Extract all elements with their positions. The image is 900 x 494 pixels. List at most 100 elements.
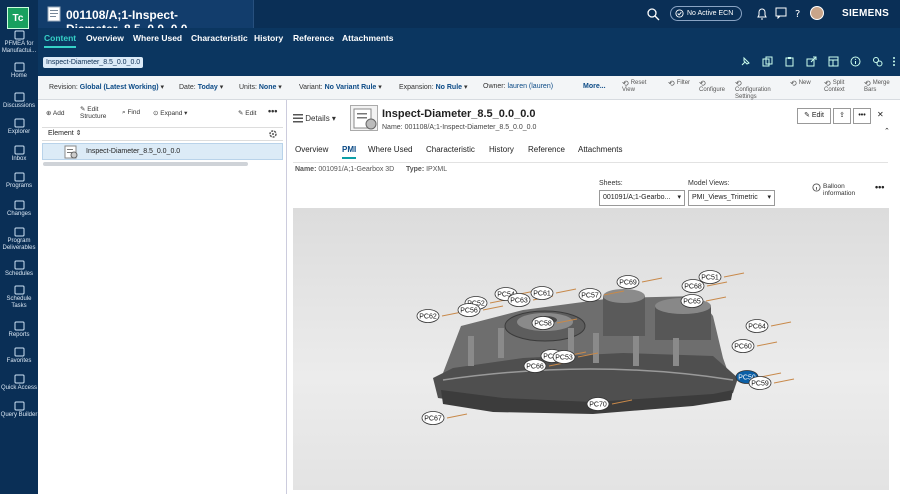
- edit-structure-button[interactable]: ✎ Edit Structure: [80, 106, 110, 120]
- sheets-select[interactable]: 001091/A;1-Gearbo... ▾: [599, 190, 685, 206]
- rail-item-calendar[interactable]: Schedules: [0, 260, 38, 278]
- balloon-label: PC51: [701, 275, 719, 282]
- rail-item-folder[interactable]: Explorer: [0, 118, 38, 136]
- subtab-where-used[interactable]: Where Used: [368, 145, 412, 154]
- balloon-pc62[interactable]: PC62: [416, 309, 440, 323]
- expand-button[interactable]: ⊙ Expand ▾: [153, 109, 187, 117]
- subtab-history[interactable]: History: [489, 145, 514, 154]
- close-icon[interactable]: ✕: [877, 110, 884, 119]
- pin-icon[interactable]: [740, 56, 751, 67]
- edit-details-button[interactable]: ✎ Edit: [797, 108, 831, 124]
- tab-content[interactable]: Content: [44, 33, 77, 48]
- 3d-viewer[interactable]: PC51 PC54 PC52 PC56 PC63 PC61 PC57 PC69 PC68 PC65…: [293, 208, 889, 490]
- tool-new[interactable]: ⟲ New: [790, 80, 820, 88]
- rail-item-triangle[interactable]: Changes: [0, 200, 38, 218]
- viewer-more-icon[interactable]: •••: [875, 182, 884, 192]
- tab-where-used[interactable]: Where Used: [133, 33, 182, 43]
- copy-icon[interactable]: [762, 56, 773, 67]
- gearbox-model[interactable]: PC51PC54PC52PC56PC63PC61 PC57PC69PC68PC65…: [293, 208, 889, 490]
- balloon-pc63[interactable]: PC63: [507, 293, 531, 307]
- revision-rule[interactable]: Revision: Global (Latest Working) ▾: [49, 83, 164, 91]
- balloon-pc67[interactable]: PC67: [421, 411, 445, 425]
- model-views-select[interactable]: PMI_Views_Trimetric ▾: [688, 190, 775, 206]
- balloon-pc69[interactable]: PC69: [616, 275, 640, 289]
- balloon-pc56[interactable]: PC56: [457, 303, 481, 317]
- rail-item-inbox[interactable]: Inbox: [0, 145, 38, 163]
- more-options-icon[interactable]: •••: [853, 108, 871, 124]
- tab-history[interactable]: History: [254, 33, 283, 43]
- teamcenter-logo[interactable]: Tc: [7, 7, 29, 29]
- more-icon[interactable]: [890, 56, 898, 67]
- units-rule[interactable]: Units: None ▾: [239, 83, 282, 91]
- subtab-reference[interactable]: Reference: [528, 145, 565, 154]
- tool-filter[interactable]: ⟲ Filter: [668, 80, 698, 88]
- tab-attachments[interactable]: Attachments: [342, 33, 393, 43]
- tool-reset-view[interactable]: ⟲ Reset View: [622, 80, 652, 94]
- rail-item-label: Changes: [6, 211, 32, 217]
- user-avatar[interactable]: [810, 6, 824, 20]
- horizontal-scrollbar[interactable]: [43, 162, 248, 166]
- balloon-pc64[interactable]: PC64: [745, 319, 769, 333]
- rail-item-home[interactable]: Home: [0, 62, 38, 80]
- breadcrumb[interactable]: Inspect-Diameter_8.5_0.0_0.0: [43, 57, 144, 68]
- balloon-pc60[interactable]: PC60: [731, 339, 755, 353]
- balloon-pc61[interactable]: PC61: [530, 286, 554, 300]
- bell-icon[interactable]: [756, 7, 768, 20]
- subtab-overview[interactable]: Overview: [295, 145, 328, 154]
- tab-reference[interactable]: Reference: [293, 33, 334, 43]
- subtab-characteristic[interactable]: Characteristic: [426, 145, 475, 154]
- tool-configuration-settings[interactable]: ⟲ Configuration Settings: [735, 80, 779, 101]
- share-icon[interactable]: [806, 56, 817, 67]
- balloon-pc65[interactable]: PC65: [680, 294, 704, 308]
- list-icon: [293, 114, 303, 123]
- balloon-information-button[interactable]: Balloon information: [812, 183, 863, 197]
- tree-row-selected[interactable]: Inspect-Diameter_8.5_0.0_0.0: [42, 143, 283, 160]
- balloon-pc53[interactable]: PC53: [552, 350, 576, 364]
- layout-icon[interactable]: [828, 56, 839, 67]
- balloon-pc68[interactable]: PC68: [681, 279, 705, 293]
- settings-gear-icon[interactable]: [268, 129, 278, 139]
- clipboard-icon[interactable]: [784, 56, 795, 67]
- feedback-icon[interactable]: [775, 7, 787, 19]
- owner-field[interactable]: Owner: lauren (lauren): [483, 83, 553, 90]
- tab-characteristic[interactable]: Characteristic: [191, 33, 248, 43]
- rail-item-tasks[interactable]: Schedule Tasks: [0, 285, 38, 310]
- balloon-pc51[interactable]: PC51: [698, 270, 722, 284]
- rail-item-quick[interactable]: Quick Access: [0, 374, 38, 392]
- search-icon[interactable]: [646, 7, 660, 21]
- more-options-icon[interactable]: •••: [268, 106, 277, 116]
- variant-rule[interactable]: Variant: No Variant Rule ▾: [299, 83, 382, 91]
- rail-item-deliverables[interactable]: Program Deliverables: [0, 227, 38, 252]
- balloon-pc58[interactable]: PC58: [531, 316, 555, 330]
- more-button[interactable]: More...: [583, 83, 606, 90]
- collapse-icon[interactable]: ⌃: [884, 127, 890, 135]
- balloon-pc57[interactable]: PC57: [578, 288, 602, 302]
- ecn-status-button[interactable]: No Active ECN: [670, 6, 742, 21]
- edit-button[interactable]: ✎ Edit: [238, 109, 256, 117]
- link-icon[interactable]: [872, 56, 883, 67]
- share-icon[interactable]: ⇪: [833, 108, 851, 124]
- balloon-pc59[interactable]: PC59: [748, 376, 772, 390]
- element-column-header[interactable]: Element ⇕: [42, 127, 283, 141]
- rail-item-reports[interactable]: Reports: [0, 321, 38, 339]
- tool-merge-bars[interactable]: ⟲ Merge Bars: [864, 80, 894, 94]
- date-rule[interactable]: Date: Today ▾: [179, 83, 223, 91]
- add-button[interactable]: ⊕ Add: [46, 109, 64, 117]
- rail-item-chat[interactable]: Discussions: [0, 92, 38, 110]
- balloon-pc66[interactable]: PC66: [523, 359, 547, 373]
- help-icon[interactable]: ?: [792, 7, 804, 19]
- subtab-pmi[interactable]: PMI: [342, 145, 357, 159]
- tool-configure[interactable]: ⟲ Configure: [699, 80, 729, 94]
- rail-item-programs[interactable]: Programs: [0, 172, 38, 190]
- rail-item-query[interactable]: Query Builder: [0, 401, 38, 419]
- find-button[interactable]: ⌕ Find: [122, 109, 140, 117]
- details-toggle[interactable]: Details ▾: [293, 114, 336, 123]
- info-icon[interactable]: [850, 56, 861, 67]
- tab-overview[interactable]: Overview: [86, 33, 124, 43]
- tool-split-context[interactable]: ⟲ Split Context: [824, 80, 854, 94]
- rail-item-plus[interactable]: PFMEA for Manufactui...: [0, 30, 38, 55]
- balloon-pc70[interactable]: PC70: [586, 397, 610, 411]
- rail-item-star[interactable]: Favorites: [0, 347, 38, 365]
- expansion-rule[interactable]: Expansion: No Rule ▾: [399, 83, 468, 91]
- subtab-attachments[interactable]: Attachments: [578, 145, 622, 154]
